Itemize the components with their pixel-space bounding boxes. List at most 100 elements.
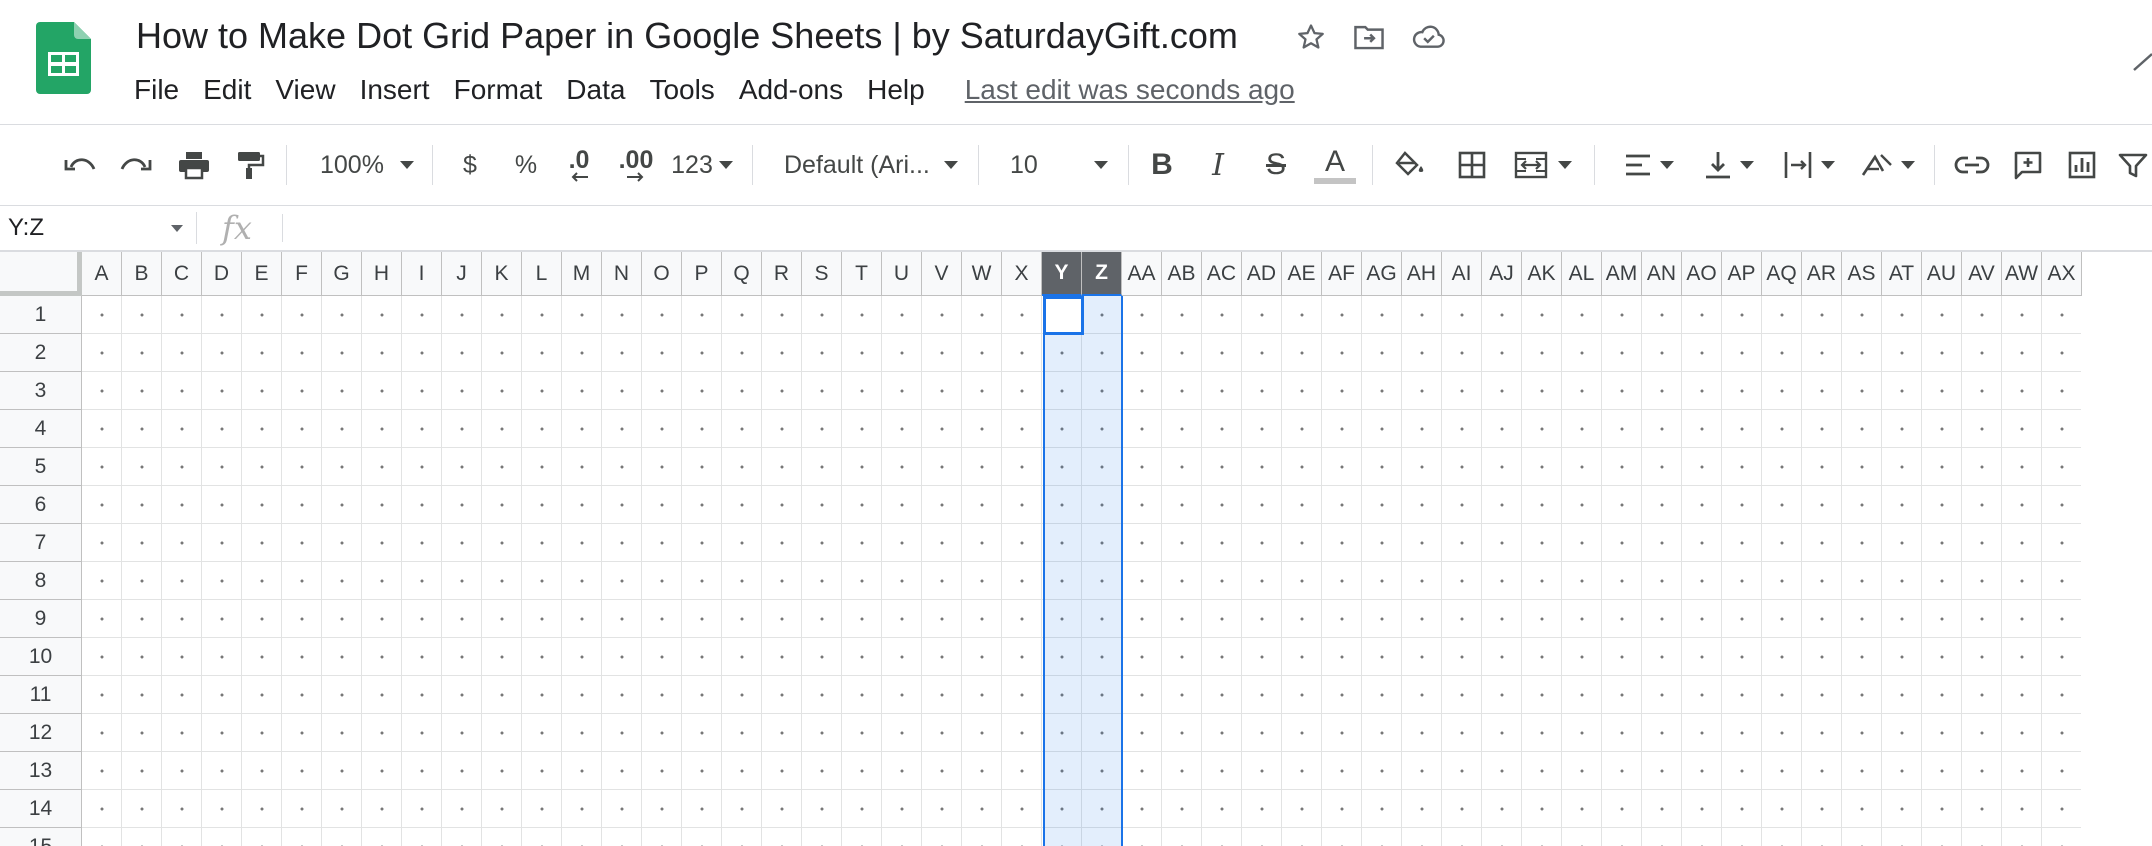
- select-all-corner[interactable]: [0, 252, 82, 296]
- column-header-w[interactable]: W: [962, 252, 1002, 296]
- column-header-au[interactable]: AU: [1922, 252, 1962, 296]
- row-header-11[interactable]: 11: [0, 676, 82, 714]
- collapse-header-icon[interactable]: [2132, 40, 2152, 80]
- move-to-folder-icon[interactable]: [1350, 18, 1388, 56]
- paint-format-icon[interactable]: [228, 142, 272, 188]
- column-header-ax[interactable]: AX: [2042, 252, 2082, 296]
- horizontal-align-button[interactable]: [1618, 142, 1680, 188]
- row-header-13[interactable]: 13: [0, 752, 82, 790]
- font-family-select[interactable]: Default (Ari...: [770, 142, 964, 188]
- column-header-p[interactable]: P: [682, 252, 722, 296]
- increase-decimal-button[interactable]: .00: [612, 142, 660, 188]
- column-header-j[interactable]: J: [442, 252, 482, 296]
- column-header-ap[interactable]: AP: [1722, 252, 1762, 296]
- text-wrap-button[interactable]: [1776, 142, 1842, 188]
- column-header-ab[interactable]: AB: [1162, 252, 1202, 296]
- insert-link-icon[interactable]: [1950, 142, 1994, 188]
- document-title[interactable]: How to Make Dot Grid Paper in Google She…: [136, 14, 1238, 58]
- column-header-al[interactable]: AL: [1562, 252, 1602, 296]
- column-header-ar[interactable]: AR: [1802, 252, 1842, 296]
- row-header-12[interactable]: 12: [0, 714, 82, 752]
- row-header-5[interactable]: 5: [0, 448, 82, 486]
- column-header-e[interactable]: E: [242, 252, 282, 296]
- vertical-align-button[interactable]: [1698, 142, 1760, 188]
- borders-icon[interactable]: [1450, 142, 1494, 188]
- insert-chart-icon[interactable]: [2060, 142, 2104, 188]
- row-header-4[interactable]: 4: [0, 410, 82, 448]
- print-icon[interactable]: [172, 142, 216, 188]
- row-header-3[interactable]: 3: [0, 372, 82, 410]
- column-header-f[interactable]: F: [282, 252, 322, 296]
- column-header-q[interactable]: Q: [722, 252, 762, 296]
- column-header-am[interactable]: AM: [1602, 252, 1642, 296]
- column-header-as[interactable]: AS: [1842, 252, 1882, 296]
- star-icon[interactable]: [1292, 18, 1330, 56]
- bold-button[interactable]: B: [1142, 142, 1182, 188]
- column-header-n[interactable]: N: [602, 252, 642, 296]
- menu-tools[interactable]: Tools: [637, 68, 726, 112]
- more-formats-button[interactable]: 123: [668, 142, 736, 188]
- fill-color-icon[interactable]: [1388, 142, 1432, 188]
- undo-icon[interactable]: [58, 142, 102, 188]
- menu-file[interactable]: File: [122, 68, 191, 112]
- row-header-2[interactable]: 2: [0, 334, 82, 372]
- column-header-o[interactable]: O: [642, 252, 682, 296]
- decrease-decimal-button[interactable]: .0: [558, 142, 600, 188]
- column-header-aj[interactable]: AJ: [1482, 252, 1522, 296]
- row-header-15[interactable]: 15: [0, 828, 82, 846]
- column-header-aa[interactable]: AA: [1122, 252, 1162, 296]
- column-header-s[interactable]: S: [802, 252, 842, 296]
- zoom-select[interactable]: 100%: [300, 142, 420, 188]
- column-header-v[interactable]: V: [922, 252, 962, 296]
- last-edit-link[interactable]: Last edit was seconds ago: [965, 68, 1295, 112]
- column-header-k[interactable]: K: [482, 252, 522, 296]
- percent-format-button[interactable]: %: [506, 142, 546, 188]
- active-cell[interactable]: [1043, 296, 1084, 335]
- insert-comment-icon[interactable]: [2006, 142, 2050, 188]
- sheets-logo[interactable]: [36, 22, 91, 94]
- column-header-ah[interactable]: AH: [1402, 252, 1442, 296]
- column-header-i[interactable]: I: [402, 252, 442, 296]
- column-header-l[interactable]: L: [522, 252, 562, 296]
- column-header-d[interactable]: D: [202, 252, 242, 296]
- menu-format[interactable]: Format: [442, 68, 555, 112]
- column-header-g[interactable]: G: [322, 252, 362, 296]
- name-box[interactable]: Y:Z: [8, 206, 44, 250]
- filter-icon[interactable]: [2118, 142, 2152, 188]
- column-header-aw[interactable]: AW: [2002, 252, 2042, 296]
- menu-add-ons[interactable]: Add-ons: [727, 68, 855, 112]
- row-header-10[interactable]: 10: [0, 638, 82, 676]
- column-header-af[interactable]: AF: [1322, 252, 1362, 296]
- row-header-7[interactable]: 7: [0, 524, 82, 562]
- row-header-8[interactable]: 8: [0, 562, 82, 600]
- currency-format-button[interactable]: $: [450, 142, 490, 188]
- column-header-ac[interactable]: AC: [1202, 252, 1242, 296]
- column-header-u[interactable]: U: [882, 252, 922, 296]
- column-header-aq[interactable]: AQ: [1762, 252, 1802, 296]
- chevron-down-icon[interactable]: [171, 225, 183, 232]
- column-header-ae[interactable]: AE: [1282, 252, 1322, 296]
- formula-input[interactable]: [296, 206, 2152, 250]
- strikethrough-button[interactable]: S: [1256, 142, 1296, 188]
- font-size-select[interactable]: 10: [990, 142, 1114, 188]
- text-rotation-button[interactable]: [1854, 142, 1920, 188]
- column-header-z[interactable]: Z: [1082, 252, 1122, 296]
- menu-data[interactable]: Data: [554, 68, 637, 112]
- column-header-t[interactable]: T: [842, 252, 882, 296]
- menu-edit[interactable]: Edit: [191, 68, 263, 112]
- text-color-button[interactable]: A: [1312, 142, 1358, 188]
- italic-button[interactable]: I: [1198, 142, 1238, 188]
- column-header-ao[interactable]: AO: [1682, 252, 1722, 296]
- merge-cells-button[interactable]: [1508, 142, 1578, 188]
- menu-help[interactable]: Help: [855, 68, 937, 112]
- menu-view[interactable]: View: [263, 68, 347, 112]
- column-header-ak[interactable]: AK: [1522, 252, 1562, 296]
- row-header-9[interactable]: 9: [0, 600, 82, 638]
- column-header-y[interactable]: Y: [1042, 252, 1082, 296]
- column-header-x[interactable]: X: [1002, 252, 1042, 296]
- column-header-m[interactable]: M: [562, 252, 602, 296]
- menu-insert[interactable]: Insert: [348, 68, 442, 112]
- column-header-av[interactable]: AV: [1962, 252, 2002, 296]
- column-header-a[interactable]: A: [82, 252, 122, 296]
- column-header-ad[interactable]: AD: [1242, 252, 1282, 296]
